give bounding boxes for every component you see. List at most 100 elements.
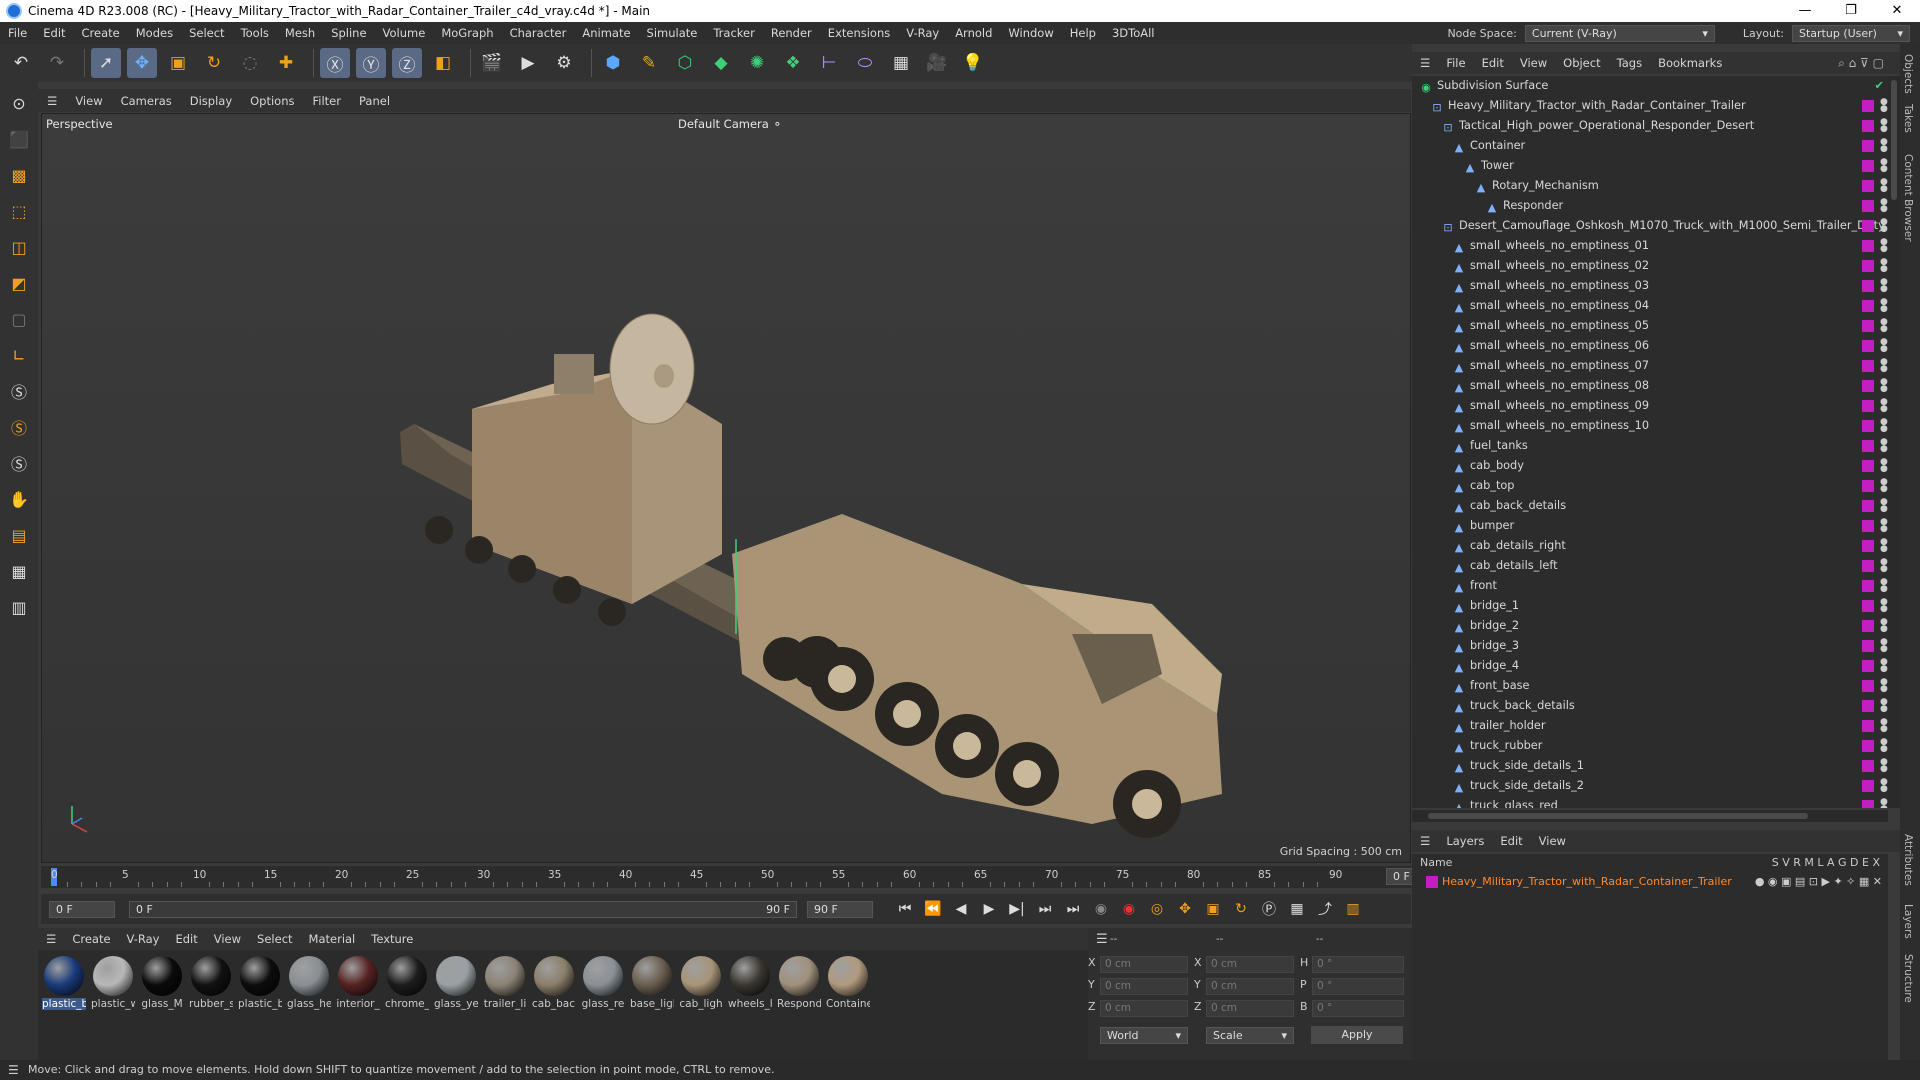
menu-file[interactable]: File [0, 22, 35, 44]
node-space-select[interactable]: Current (V-Ray) ▾ [1524, 24, 1715, 42]
visibility-dots-icon[interactable]: ●● [1880, 478, 1888, 494]
light-icon[interactable]: 💡 [958, 48, 988, 78]
key-pla-icon[interactable]: ▦ [1285, 897, 1309, 921]
object-row[interactable]: ▲ Rotary_Mechanism ● ● [1412, 176, 1888, 196]
timeline-ruler[interactable]: 0 F 0 5 10 15 20 25 30 35 40 45 50 55 60 65 70 75 80 85 90 [41, 866, 1446, 888]
object-row[interactable]: ▲ small_wheels_no_emptiness_02 ● ● [1412, 256, 1888, 276]
visibility-dots-icon[interactable]: ●● [1880, 378, 1888, 394]
material-swatch[interactable]: glass_M [140, 956, 184, 1010]
camera-icon[interactable]: 🎥 [922, 48, 952, 78]
visibility-dots-icon[interactable]: ●● [1880, 418, 1888, 434]
layer-tag[interactable] [1862, 160, 1874, 172]
menu-select[interactable]: Select [181, 22, 232, 44]
menu-arnold[interactable]: Arnold [947, 22, 1000, 44]
object-menu-tags[interactable]: Tags [1609, 56, 1650, 70]
rot-b-field[interactable]: 0 ° [1312, 1000, 1404, 1017]
object-row[interactable]: ▲ small_wheels_no_emptiness_01 ● ● [1412, 236, 1888, 256]
object-tree-hscrollbar[interactable] [1412, 810, 1888, 822]
layer-tag[interactable] [1862, 660, 1874, 672]
frame-range-slider[interactable]: 0 F 90 F [129, 900, 797, 918]
move-tool-icon[interactable]: ✥ [127, 48, 157, 78]
material-swatch[interactable]: trailer_li [483, 956, 527, 1010]
axis-mode-icon[interactable]: ∟ [4, 340, 34, 370]
layer-tag[interactable] [1862, 240, 1874, 252]
layer-tag[interactable] [1862, 280, 1874, 292]
viewport-menu-options[interactable]: Options [241, 94, 303, 108]
side-tab-structure[interactable]: Structure [1902, 954, 1914, 1003]
material-menu-edit[interactable]: Edit [167, 932, 205, 946]
end-frame-field[interactable]: 90 F [807, 900, 873, 918]
layer-tag[interactable] [1862, 140, 1874, 152]
record-icon[interactable]: ◉ [1089, 897, 1113, 921]
layer-tag[interactable] [1862, 760, 1874, 772]
menu-v-ray[interactable]: V-Ray [898, 22, 947, 44]
viewport-menu-cameras[interactable]: Cameras [112, 94, 181, 108]
material-preview[interactable] [338, 956, 378, 996]
visibility-dots-icon[interactable]: ●● [1880, 138, 1888, 154]
snap-settings-icon[interactable]: Ⓢ [4, 412, 34, 442]
object-row[interactable]: ▲ cab_top ● ● [1412, 476, 1888, 496]
menu-spline[interactable]: Spline [323, 22, 374, 44]
object-row[interactable]: ▲ cab_details_left ● ● [1412, 556, 1888, 576]
visibility-dots-icon[interactable]: ●● [1880, 518, 1888, 534]
field-icon[interactable]: ⬭ [850, 48, 880, 78]
close-button[interactable]: ✕ [1874, 0, 1920, 22]
size-x-field[interactable]: 0 cm [1206, 956, 1294, 973]
redo-icon[interactable]: ↷ [42, 48, 72, 78]
visibility-dots-icon[interactable]: ●● [1880, 398, 1888, 414]
menu-3dtoall[interactable]: 3DToAll [1104, 22, 1163, 44]
material-preview[interactable] [583, 956, 623, 996]
layer-tag[interactable] [1862, 560, 1874, 572]
undo-icon[interactable]: ↶ [6, 48, 36, 78]
material-swatch[interactable]: plastic_b [238, 956, 282, 1010]
make-editable-icon[interactable]: ⊙ [4, 88, 34, 118]
menu-render[interactable]: Render [763, 22, 820, 44]
visibility-dots-icon[interactable]: ●● [1880, 718, 1888, 734]
select-tool-icon[interactable]: ➚ [91, 48, 121, 78]
object-menu-object[interactable]: Object [1555, 56, 1608, 70]
menu-animate[interactable]: Animate [574, 22, 638, 44]
3d-viewport[interactable]: Perspective Default Camera ⚬ ✥ ⇕ ⟲ ▢ [41, 113, 1411, 863]
object-row[interactable]: ⊡ Heavy_Military_Tractor_with_Radar_Conta… [1412, 96, 1888, 116]
layer-color-swatch[interactable] [1426, 876, 1438, 888]
menu-edit[interactable]: Edit [35, 22, 73, 44]
layer-tag[interactable] [1862, 120, 1874, 132]
visibility-dots-icon[interactable]: ●● [1880, 438, 1888, 454]
material-preview[interactable] [240, 956, 280, 996]
menu-tracker[interactable]: Tracker [705, 22, 763, 44]
layer-tag[interactable] [1862, 580, 1874, 592]
object-row[interactable]: ▲ cab_body ● ● [1412, 456, 1888, 476]
prev-frame-icon[interactable]: ◀ [949, 897, 973, 921]
material-menu-material[interactable]: Material [301, 932, 364, 946]
layer-tag[interactable] [1862, 740, 1874, 752]
menu-character[interactable]: Character [502, 22, 575, 44]
key-position-icon[interactable]: ✥ [1173, 897, 1197, 921]
menu-simulate[interactable]: Simulate [639, 22, 706, 44]
material-swatch[interactable]: rubber_s [189, 956, 233, 1010]
layer-row[interactable]: Heavy_Military_Tractor_with_Radar_Contai… [1412, 872, 1888, 892]
key-scale-icon[interactable]: ▣ [1201, 897, 1225, 921]
object-menu-edit[interactable]: Edit [1474, 56, 1512, 70]
go-to-start-icon[interactable]: ⏮ [893, 897, 917, 921]
side-tab-content-browser[interactable]: Content Browser [1902, 154, 1914, 242]
material-swatch[interactable]: cab_bacl [532, 956, 576, 1010]
material-menu-icon[interactable]: ☰ [38, 932, 64, 946]
material-preview[interactable] [289, 956, 329, 996]
minimize-button[interactable]: — [1782, 0, 1828, 22]
size-z-field[interactable]: 0 cm [1206, 1000, 1294, 1017]
maximize-button[interactable]: ❐ [1828, 0, 1874, 22]
menu-create[interactable]: Create [74, 22, 128, 44]
x-axis-icon[interactable]: Ⓧ [320, 48, 350, 78]
side-tab-takes[interactable]: Takes [1902, 104, 1914, 133]
visibility-dots-icon[interactable]: ●● [1880, 178, 1888, 194]
layer-tag[interactable] [1862, 520, 1874, 532]
layer-tag[interactable] [1862, 360, 1874, 372]
object-row[interactable]: ▲ fuel_tanks ● ● [1412, 436, 1888, 456]
viewport-menu-panel[interactable]: Panel [350, 94, 399, 108]
layer-tag[interactable] [1862, 300, 1874, 312]
side-tab-layers[interactable]: Layers [1902, 904, 1914, 939]
menu-modes[interactable]: Modes [128, 22, 181, 44]
model-mode-icon[interactable]: ⬛ [4, 124, 34, 154]
visibility-dots-icon[interactable]: ●● [1880, 598, 1888, 614]
side-tab-attributes[interactable]: Attributes [1902, 834, 1914, 886]
